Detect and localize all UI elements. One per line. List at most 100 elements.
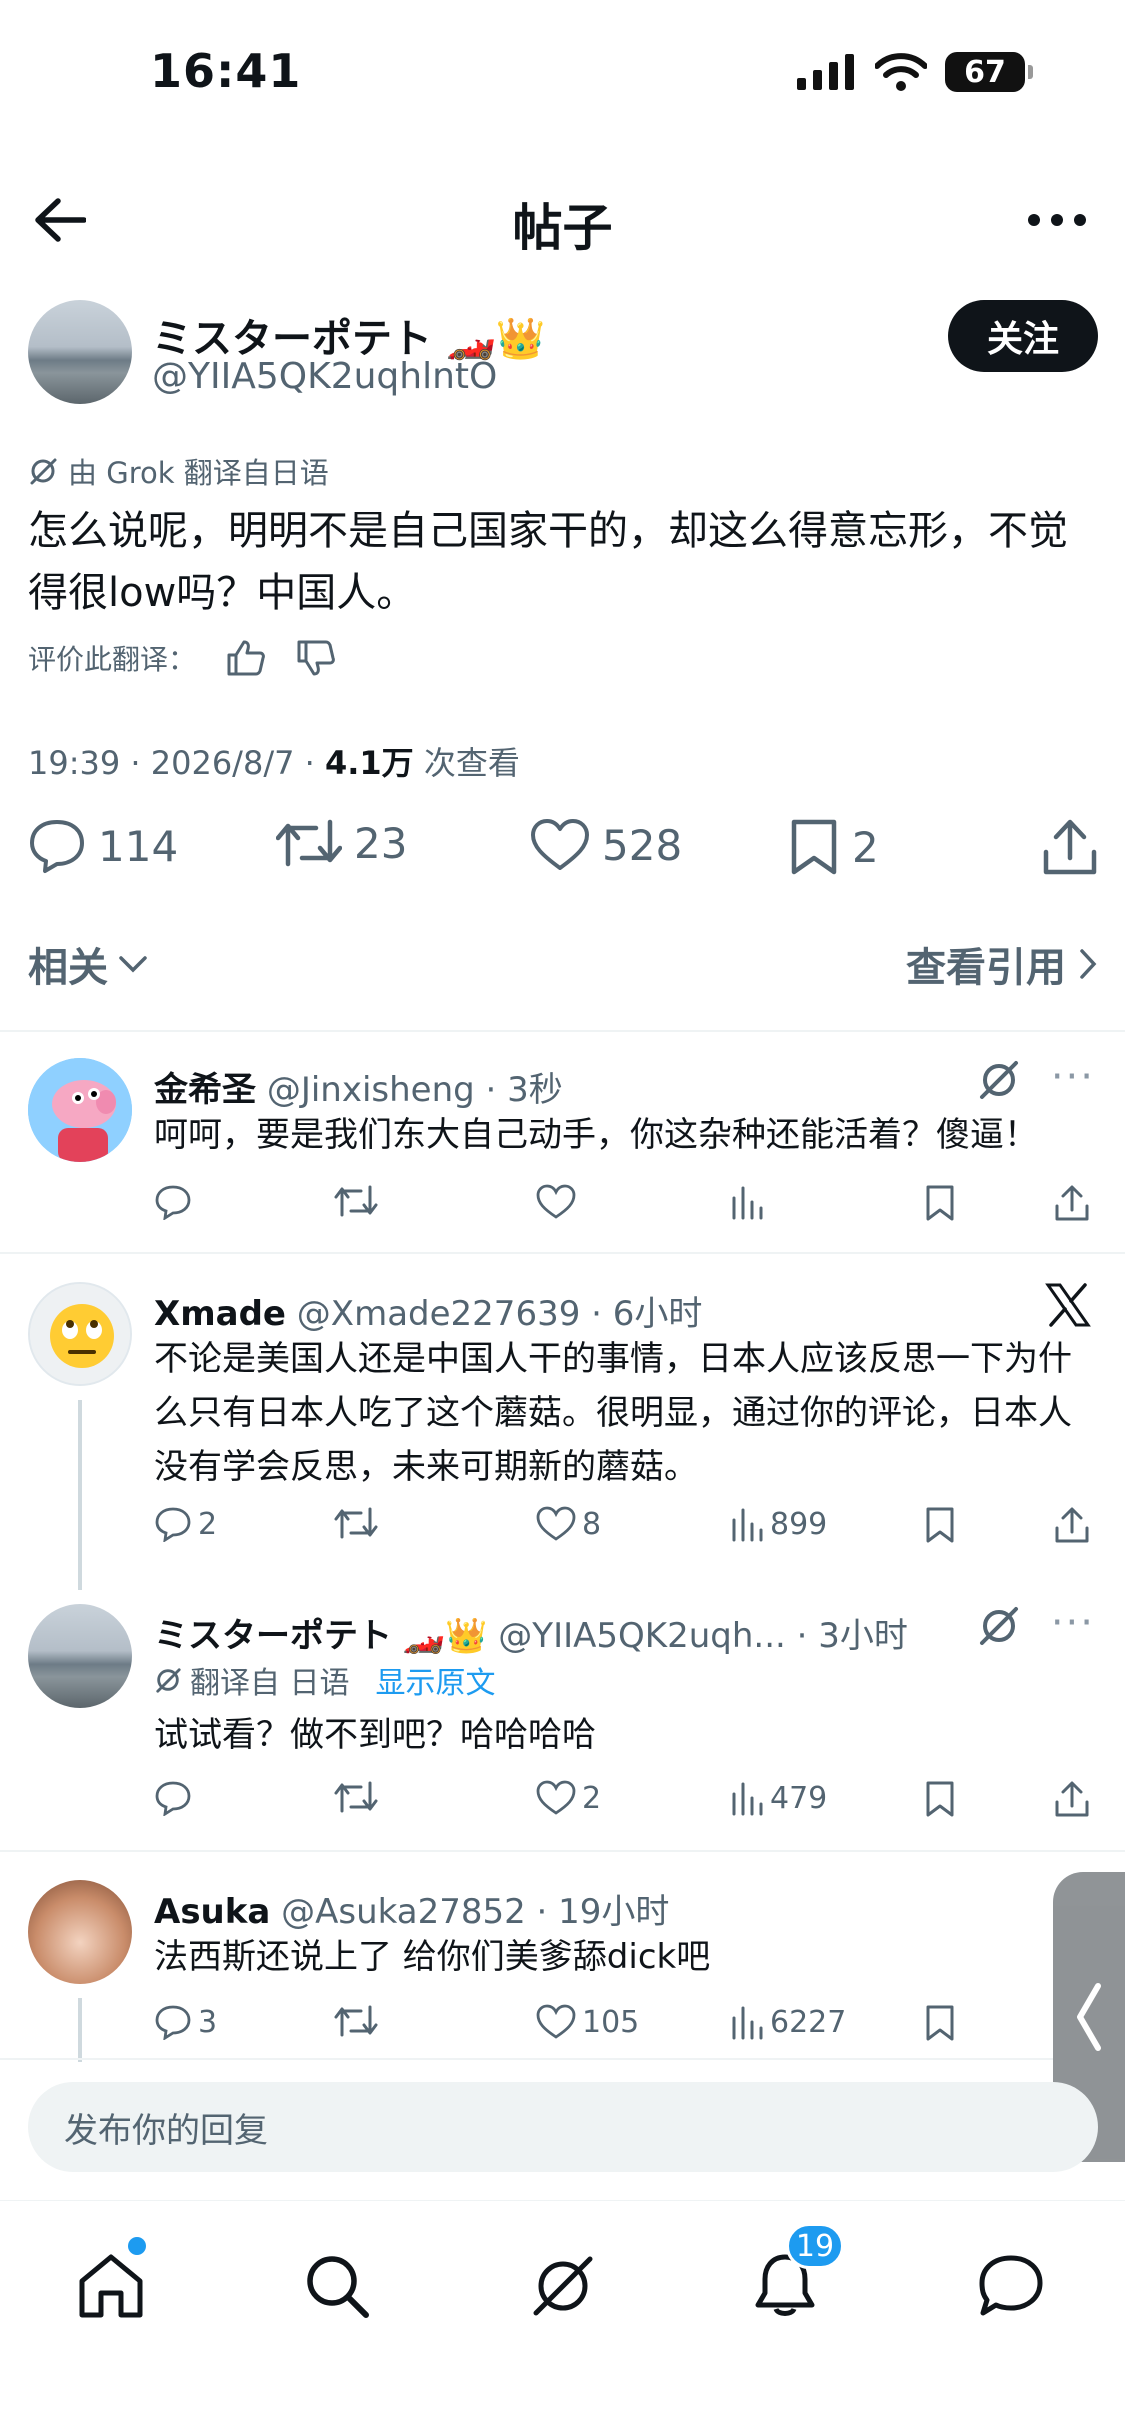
post-views-label: 次查看 — [413, 744, 520, 782]
reply-author-name[interactable]: Xmade — [154, 1294, 286, 1334]
reply-input-placeholder: 发布你的回复 — [64, 2110, 268, 2151]
bookmark-action[interactable] — [924, 2004, 956, 2042]
reply-action[interactable] — [154, 1184, 198, 1220]
more-options-icon[interactable]: ··· — [1051, 1054, 1095, 1100]
views-action[interactable]: 899 — [730, 1506, 827, 1542]
reply-input[interactable]: 发布你的回复 — [28, 2082, 1098, 2172]
bookmark-count: 2 — [852, 822, 879, 872]
reply-avatar[interactable] — [28, 1282, 132, 1386]
reply-author-handle[interactable]: @Jinxisheng · 3秒 — [267, 1070, 563, 1110]
reply-icon — [30, 820, 84, 873]
view-quotes-label: 查看引用 — [906, 945, 1066, 991]
repost-action[interactable] — [334, 1506, 384, 1540]
reply-author-handle[interactable]: @Xmade227639 · 6小时 — [297, 1294, 703, 1334]
post-text: 怎么说呢，明明不是自己国家干的，却这么得意忘形，不觉得很low吗？中国人。 — [28, 508, 1068, 616]
search-icon — [307, 2256, 369, 2318]
new-activity-dot — [128, 2237, 146, 2255]
more-options-button[interactable] — [1017, 188, 1097, 252]
reply-author-name[interactable]: ミスターポテト — [154, 1616, 392, 1656]
like-action[interactable]: 8 — [536, 1506, 601, 1542]
bookmark-action[interactable]: 2 — [788, 818, 879, 876]
like-action[interactable]: 528 — [530, 818, 682, 872]
reply-avatar[interactable] — [28, 1880, 132, 1984]
like-count: 528 — [602, 820, 683, 870]
reply-action[interactable] — [154, 1780, 198, 1816]
show-original-link[interactable]: 显示原文 — [376, 1658, 496, 1702]
more-options-icon[interactable]: ··· — [1051, 1600, 1095, 1646]
reply-header: 金希圣 @Jinxisheng · 3秒 — [154, 1062, 563, 1111]
views-action[interactable]: 6227 — [730, 2004, 846, 2040]
bookmark-action[interactable] — [924, 1184, 956, 1222]
grok-icon[interactable] — [977, 1058, 1021, 1102]
reply-action[interactable]: 2 — [154, 1506, 217, 1542]
repost-action[interactable] — [334, 1780, 384, 1814]
heart-icon — [536, 2004, 576, 2039]
reply-icon — [155, 1185, 191, 1220]
thumbs-down-icon[interactable] — [296, 639, 336, 677]
reply-author-handle[interactable]: @YIIA5QK2uqh... · 3小时 — [498, 1616, 908, 1656]
like-action[interactable]: 2 — [536, 1780, 601, 1816]
reply-text: 试试看？做不到吧？哈哈哈哈 — [154, 1715, 596, 1755]
views-action[interactable] — [730, 1184, 770, 1220]
bookmark-action[interactable] — [924, 1506, 956, 1544]
reply-item[interactable]: ミスターポテト 🏎️👑 @YIIA5QK2uqh... · 3小时 ··· 翻译… — [0, 1600, 1125, 1844]
views-action[interactable]: 479 — [730, 1780, 827, 1816]
grok-icon — [156, 1668, 181, 1693]
repost-action[interactable]: 23 — [276, 818, 407, 868]
repost-icon — [334, 1185, 378, 1217]
like-action[interactable] — [536, 1184, 582, 1220]
share-action[interactable] — [1042, 818, 1098, 876]
status-icons: 67 — [797, 52, 1033, 92]
chevron-right-icon — [1080, 949, 1097, 979]
reply-item[interactable]: Xmade @Xmade227639 · 6小时 不论是美国人还是中国人干的事情… — [0, 1282, 1125, 1590]
share-action[interactable] — [1054, 1184, 1090, 1222]
nav-header: 帖子 — [0, 170, 1125, 270]
view-quotes-link[interactable]: 查看引用 — [906, 935, 1098, 993]
share-action[interactable] — [1054, 1780, 1090, 1818]
reply-action[interactable]: 114 — [28, 818, 178, 874]
grok-icon[interactable] — [977, 1604, 1021, 1648]
reply-icon — [155, 2005, 191, 2040]
repost-action[interactable] — [334, 2004, 384, 2038]
heart-icon — [536, 1506, 576, 1541]
tab-messages[interactable] — [956, 2231, 1066, 2341]
reply-author-name[interactable]: 金希圣 — [154, 1070, 256, 1110]
related-dropdown[interactable]: 相关 — [28, 935, 148, 993]
cellular-signal-icon — [797, 54, 854, 90]
reply-action[interactable]: 3 — [154, 2004, 217, 2040]
wifi-icon — [875, 53, 927, 91]
share-action[interactable] — [1054, 1506, 1090, 1544]
thread-line — [78, 1998, 82, 2062]
views-count: 899 — [770, 1506, 828, 1542]
reply-item[interactable]: 金希圣 @Jinxisheng · 3秒 ··· 呵呵，要是我们东大自己动手，你… — [0, 1054, 1125, 1258]
avatar[interactable] — [28, 300, 132, 404]
reply-icon — [155, 1507, 191, 1542]
reply-author-name[interactable]: Asuka — [154, 1892, 270, 1932]
reply-avatar[interactable] — [28, 1604, 132, 1708]
follow-button[interactable]: 关注 — [948, 300, 1098, 372]
home-icon — [79, 2254, 143, 2318]
author-handle[interactable]: @YIIA5QK2uqhlntO — [152, 356, 497, 397]
like-action[interactable]: 105 — [536, 2004, 639, 2040]
tab-home[interactable] — [56, 2231, 166, 2341]
bookmark-icon — [926, 1185, 954, 1221]
tab-grok[interactable] — [508, 2231, 618, 2341]
status-time: 16:41 — [150, 44, 302, 98]
bookmark-action[interactable] — [924, 1780, 956, 1818]
like-count: 105 — [582, 2004, 640, 2040]
repost-action[interactable] — [334, 1184, 384, 1218]
views-count: 6227 — [770, 2004, 847, 2040]
reply-text: 法西斯还说上了 给你们美爹舔dick吧 — [154, 1937, 711, 1977]
bar-chart-icon — [732, 1186, 763, 1220]
reply-text: 不论是美国人还是中国人干的事情，日本人应该反思一下为什么只有日本人吃了这个蘑菇。… — [154, 1339, 1072, 1487]
reply-item[interactable]: Asuka @Asuka27852 · 19小时 法西斯还说上了 给你们美爹舔d… — [0, 1880, 1125, 2062]
tab-notifications[interactable]: 19 — [730, 2223, 844, 2341]
tab-search[interactable] — [282, 2231, 392, 2341]
thumbs-up-icon[interactable] — [226, 639, 266, 677]
rate-translation: 评价此翻译： — [28, 638, 336, 678]
repost-icon — [334, 1781, 378, 1813]
reply-author-handle[interactable]: @Asuka27852 · 19小时 — [281, 1892, 669, 1932]
reply-avatar[interactable] — [28, 1058, 132, 1162]
reply-header: ミスターポテト 🏎️👑 @YIIA5QK2uqh... · 3小时 — [154, 1608, 908, 1657]
post-author: ミスターポテト 🏎️👑 @YIIA5QK2uqhlntO 关注 — [28, 300, 1098, 420]
